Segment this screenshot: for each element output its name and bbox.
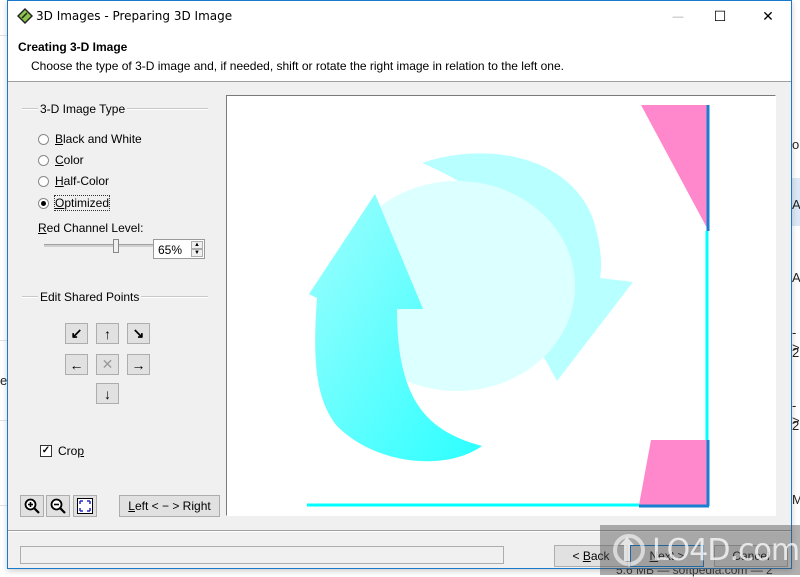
red-channel-spinbox[interactable]: 65% ▲ ▼ (153, 239, 205, 259)
image-type-group-label: 3-D Image Type (38, 102, 128, 116)
crop-label: Crop (58, 444, 85, 458)
arrow-left-icon: ← (69, 356, 84, 373)
spin-up-button[interactable]: ▲ (191, 241, 203, 249)
reset-button[interactable]: ✕ (96, 354, 119, 375)
arrow-right-icon: → (131, 356, 146, 373)
crop-checkbox-row[interactable]: ✓ Crop (40, 444, 84, 458)
move-left-button[interactable]: ← (65, 354, 88, 375)
red-channel-slider-thumb[interactable] (112, 239, 119, 253)
radio-color[interactable]: Color (38, 153, 84, 167)
red-channel-slider-track[interactable] (44, 244, 154, 247)
minimize-icon: — (672, 10, 684, 23)
watermark-text: LO4D.com (652, 532, 800, 568)
zoom-out-button[interactable] (46, 495, 70, 517)
app-icon (17, 8, 33, 24)
radio-button-checked[interactable] (38, 197, 49, 209)
anaglyph-preview-image (307, 105, 710, 508)
crop-checkbox[interactable]: ✓ (40, 445, 52, 457)
status-field (20, 546, 504, 564)
arrow-up-icon: ↑ (104, 325, 111, 342)
move-right-button[interactable]: → (127, 354, 150, 375)
maximize-button[interactable]: ☐ (697, 1, 743, 32)
zoom-in-button[interactable] (20, 495, 44, 517)
red-channel-label: Red Channel Level: (38, 221, 144, 235)
zoom-in-icon (24, 498, 40, 514)
title-bar[interactable]: 3D Images - Preparing 3D Image — ☐ ✕ (8, 1, 791, 32)
maximize-icon: ☐ (713, 8, 727, 24)
swap-label: Left < − > Right (128, 499, 211, 513)
minimize-button[interactable]: — (655, 1, 701, 32)
background-text: 2 (792, 418, 800, 433)
reset-x-icon: ✕ (101, 356, 114, 372)
zoom-out-icon (50, 498, 66, 514)
close-icon: ✕ (762, 8, 774, 24)
shared-points-group-label: Edit Shared Points (38, 290, 142, 304)
background-window-right: o A A -> 2 -> 2 M (792, 0, 800, 575)
close-button[interactable]: ✕ (745, 1, 791, 32)
radio-optimized[interactable]: Optimized (38, 195, 111, 211)
arrow-down-icon: ↓ (104, 385, 111, 402)
radio-black-and-white[interactable]: Black and White (38, 132, 142, 146)
page-title: Creating 3-D Image (18, 40, 128, 54)
spin-down-button[interactable]: ▼ (191, 249, 203, 257)
red-channel-value[interactable]: 65% (158, 243, 182, 257)
rotate-left-icon: ↙ (70, 325, 83, 341)
image-preview[interactable] (226, 95, 776, 516)
rotate-left-button[interactable]: ↙ (65, 323, 88, 344)
fit-to-window-icon (77, 498, 93, 514)
radio-button[interactable] (38, 175, 49, 187)
watermark-logo-icon (613, 534, 645, 566)
fit-to-window-button[interactable] (73, 495, 97, 517)
radio-label: Color (55, 153, 84, 167)
window-title: 3D Images - Preparing 3D Image (36, 9, 233, 23)
background-text: A (792, 197, 800, 212)
rotate-right-icon: ↘ (132, 325, 145, 341)
radio-half-color[interactable]: Half-Color (38, 174, 109, 188)
radio-label: Optimized (53, 195, 111, 211)
radio-button[interactable] (38, 154, 49, 166)
rotate-right-button[interactable]: ↘ (127, 323, 150, 344)
radio-button[interactable] (38, 133, 49, 145)
pink-channel-region-bottom (639, 440, 707, 505)
swap-left-right-button[interactable]: Left < − > Right (119, 495, 220, 517)
background-text: M (792, 492, 800, 507)
background-text: A (792, 270, 800, 285)
wizard-header: Creating 3-D Image Choose the type of 3-… (8, 32, 791, 82)
background-text: o (792, 137, 800, 152)
watermark: LO4D.com (600, 525, 800, 575)
radio-label: Black and White (55, 132, 142, 146)
radio-label: Half-Color (55, 174, 110, 188)
pink-channel-region-top (641, 105, 707, 228)
move-down-button[interactable]: ↓ (96, 383, 119, 404)
page-description: Choose the type of 3-D image and, if nee… (31, 59, 564, 73)
background-text: 2 (792, 345, 800, 360)
dialog-window: 3D Images - Preparing 3D Image — ☐ ✕ Cre… (7, 0, 792, 569)
move-up-button[interactable]: ↑ (96, 323, 119, 344)
